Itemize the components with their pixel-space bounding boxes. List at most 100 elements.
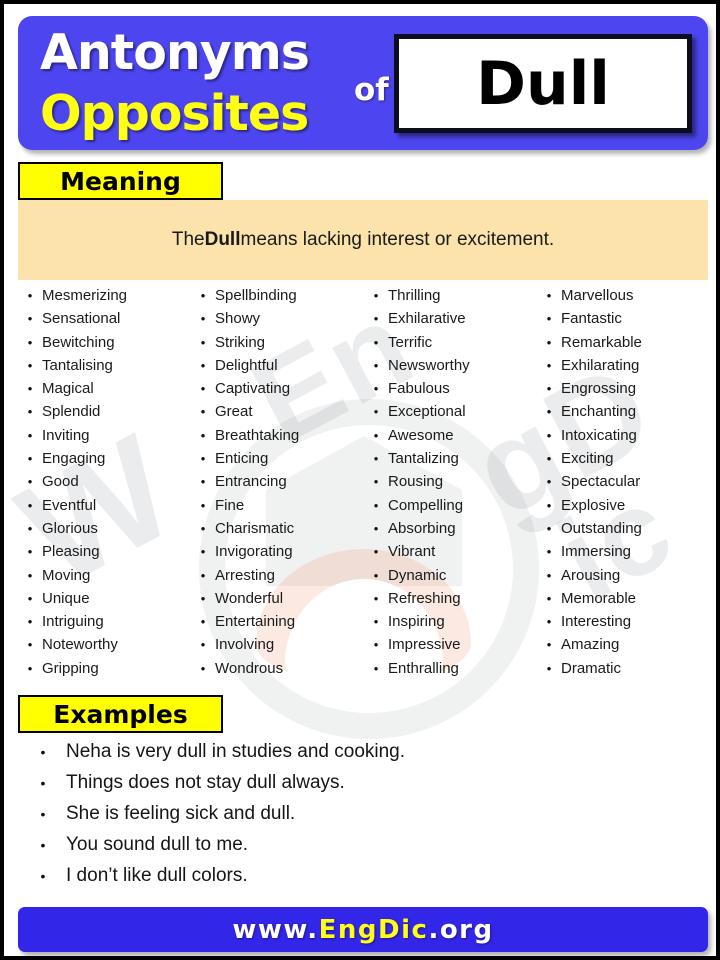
antonym-item: • Vibrant	[364, 543, 537, 566]
antonym-item: • Breathtaking	[191, 427, 364, 450]
bullet-icon: •	[200, 660, 206, 676]
antonym-item: • Involving	[191, 636, 364, 659]
antonym-label: Absorbing	[388, 519, 456, 537]
bullet-icon: •	[546, 637, 552, 653]
bullet-icon: •	[200, 497, 206, 513]
bullet-icon: •	[27, 520, 33, 536]
antonym-column-3: • Thrilling • Exhilarative • Terrific • Newswor…	[364, 287, 537, 683]
meaning-suffix: means lacking interest or excitement.	[240, 229, 555, 250]
antonym-label: Exhilarating	[561, 356, 640, 374]
antonym-item: • Showy	[191, 310, 364, 333]
antonym-label: Vibrant	[388, 543, 436, 561]
poster-page: W En gD ic Antonyms Opposites of Dull Me…	[0, 0, 720, 960]
antonym-item: • Exhilarating	[537, 357, 710, 380]
antonym-item: • Wonderful	[191, 590, 364, 613]
antonym-item: • Impressive	[364, 636, 537, 659]
bullet-icon: •	[200, 567, 206, 583]
bullet-icon: •	[27, 614, 33, 630]
antonym-label: Entrancing	[215, 473, 287, 491]
antonym-item: • Rousing	[364, 473, 537, 496]
antonym-item: • Awesome	[364, 427, 537, 450]
antonym-label: Explosive	[561, 496, 626, 514]
antonym-item: • Exceptional	[364, 403, 537, 426]
bullet-icon: •	[546, 497, 552, 513]
antonym-item: • Dramatic	[537, 660, 710, 683]
antonym-label: Intoxicating	[561, 426, 637, 444]
bullet-icon: •	[27, 357, 33, 373]
bullet-icon: •	[27, 288, 33, 303]
antonym-label: Showy	[215, 310, 261, 328]
example-item: • She is feeling sick and dull.	[20, 803, 680, 834]
antonym-item: • Enticing	[191, 450, 364, 473]
footer-banner[interactable]: www.EngDic.org	[18, 907, 708, 952]
title-connector-of: of	[354, 72, 389, 108]
bullet-icon: •	[27, 567, 33, 583]
bullet-icon: •	[373, 474, 379, 490]
bullet-icon: •	[40, 775, 46, 791]
footer-brand-dic: Dic	[378, 914, 429, 945]
bullet-icon: •	[546, 520, 552, 536]
antonym-columns: • Mesmerizing • Sensational • Bewitching • Tant…	[18, 287, 710, 683]
bullet-icon: •	[27, 590, 33, 606]
antonym-label: Glorious	[42, 519, 98, 537]
bullet-icon: •	[200, 544, 206, 560]
antonym-label: Striking	[215, 333, 266, 351]
antonym-item: • Delightful	[191, 357, 364, 380]
antonym-item: • Arousing	[537, 567, 710, 590]
example-sentence: She is feeling sick and dull.	[66, 803, 296, 824]
antonym-item: • Refreshing	[364, 590, 537, 613]
bullet-icon: •	[27, 474, 33, 490]
antonym-item: • Moving	[18, 567, 191, 590]
title-opposites: Opposites	[40, 85, 309, 142]
bullet-icon: •	[373, 334, 379, 350]
bullet-icon: •	[27, 404, 33, 420]
antonym-item: • Engaging	[18, 450, 191, 473]
antonym-item: • Pleasing	[18, 543, 191, 566]
bullet-icon: •	[373, 520, 379, 536]
antonym-label: Refreshing	[388, 589, 461, 607]
antonym-label: Thrilling	[388, 287, 441, 304]
bullet-icon: •	[200, 404, 206, 420]
headword-box: Dull	[394, 34, 692, 133]
bullet-icon: •	[373, 637, 379, 653]
antonym-item: • Fantastic	[537, 310, 710, 333]
example-sentence: Neha is very dull in studies and cooking…	[66, 741, 406, 762]
title-stack: Antonyms Opposites	[40, 22, 370, 144]
antonym-item: • Tantalizing	[364, 450, 537, 473]
antonym-label: Immersing	[561, 543, 632, 561]
antonym-item: • Spectacular	[537, 473, 710, 496]
bullet-icon: •	[546, 427, 552, 443]
bullet-icon: •	[200, 614, 206, 630]
antonym-item: • Spellbinding	[191, 287, 364, 310]
antonym-label: Wonderful	[215, 589, 284, 607]
antonym-item: • Interesting	[537, 613, 710, 636]
header-banner: Antonyms Opposites of Dull	[18, 16, 708, 150]
antonym-label: Dramatic	[561, 659, 622, 677]
antonym-column-2: • Spellbinding • Showy • Striking • Delightful •…	[191, 287, 364, 683]
antonym-item: • Thrilling	[364, 287, 537, 310]
antonym-label: Intriguing	[42, 613, 104, 631]
antonym-label: Enticing	[215, 450, 269, 468]
antonym-item: • Newsworthy	[364, 357, 537, 380]
antonym-label: Compelling	[388, 496, 464, 514]
antonym-label: Dynamic	[388, 566, 447, 584]
antonym-item: • Sensational	[18, 310, 191, 333]
bullet-icon: •	[546, 614, 552, 630]
antonym-label: Spellbinding	[215, 287, 297, 304]
antonym-label: Sensational	[42, 310, 121, 328]
antonym-label: Invigorating	[215, 543, 293, 561]
antonym-label: Pleasing	[42, 543, 100, 561]
bullet-icon: •	[546, 544, 552, 560]
antonym-item: • Striking	[191, 334, 364, 357]
antonym-item: • Remarkable	[537, 334, 710, 357]
antonym-item: • Mesmerizing	[18, 287, 191, 310]
antonym-label: Remarkable	[561, 333, 642, 351]
bullet-icon: •	[40, 837, 46, 853]
antonym-item: • Enchanting	[537, 403, 710, 426]
example-item: • Things does not stay dull always.	[20, 772, 680, 803]
antonym-label: Splendid	[42, 403, 101, 421]
antonym-label: Inviting	[42, 426, 90, 444]
footer-site-url[interactable]: www.EngDic.org	[232, 915, 493, 945]
antonym-item: • Inviting	[18, 427, 191, 450]
antonym-label: Amazing	[561, 636, 620, 654]
